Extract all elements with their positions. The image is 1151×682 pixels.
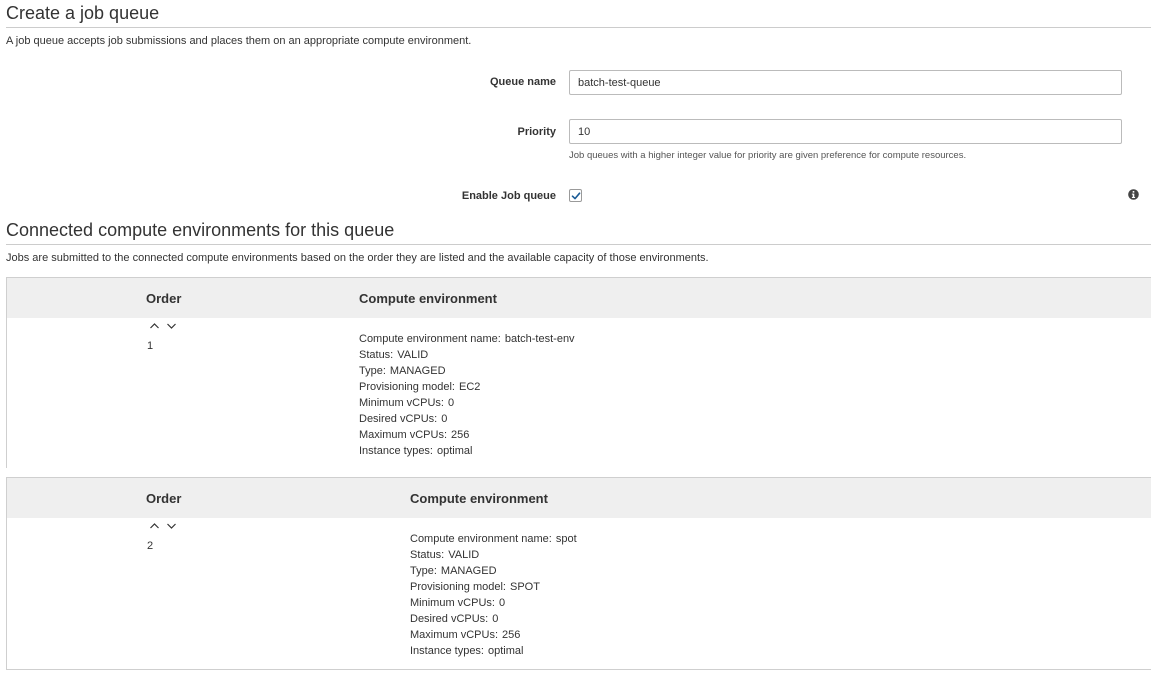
compute-environment-column-header: Compute environment	[410, 491, 548, 506]
detail-value: 0	[492, 613, 499, 625]
detail-label: Type:	[359, 365, 386, 377]
detail-value: optimal	[488, 645, 524, 657]
order-number: 1	[147, 340, 154, 352]
detail-label: Desired vCPUs:	[359, 413, 438, 425]
detail-value: 0	[447, 397, 455, 409]
detail-label: Type:	[410, 565, 437, 577]
detail-value: 256	[502, 629, 521, 641]
detail-value: 0	[441, 413, 448, 425]
detail-label: Instance types:	[359, 445, 433, 457]
enable-job-queue-label: Enable Job queue	[461, 190, 556, 202]
environments-divider	[6, 244, 1151, 245]
detail-status: Status: VALID	[359, 347, 575, 363]
checkmark-icon	[571, 192, 581, 200]
detail-label: Provisioning model:	[359, 381, 455, 393]
detail-instance-types: Instance types: optimal	[410, 643, 577, 659]
environments-section-title: Connected compute environments for this …	[6, 220, 395, 240]
order-column-header: Order	[146, 491, 182, 506]
detail-label: Minimum vCPUs:	[410, 597, 495, 609]
detail-value: MANAGED	[389, 365, 446, 377]
detail-name: Compute environment name: spot	[410, 531, 577, 547]
detail-label: Maximum vCPUs:	[410, 629, 499, 641]
detail-name: Compute environment name: batch-test-env	[359, 331, 575, 347]
detail-label: Provisioning model:	[410, 581, 506, 593]
detail-desired-vcpus: Desired vCPUs: 0	[359, 411, 575, 427]
detail-value: 256	[451, 429, 470, 441]
detail-label: Desired vCPUs:	[410, 613, 489, 625]
detail-value: optimal	[437, 445, 473, 457]
detail-label: Instance types:	[410, 645, 484, 657]
detail-label: Minimum vCPUs:	[359, 397, 444, 409]
queue-name-label: Queue name	[489, 76, 556, 88]
compute-environment-card-2: Order Compute environment 2 Compute envi…	[6, 477, 1151, 670]
detail-minimum-vcpus: Minimum vCPUs: 0	[410, 595, 577, 611]
enable-job-queue-checkbox[interactable]	[569, 189, 582, 202]
priority-label: Priority	[517, 126, 556, 138]
detail-label: Compute environment name:	[410, 533, 552, 545]
environments-description: Jobs are submitted to the connected comp…	[6, 252, 709, 264]
detail-minimum-vcpus: Minimum vCPUs: 0	[359, 395, 575, 411]
detail-type: Type: MANAGED	[359, 363, 575, 379]
detail-value: SPOT	[510, 581, 540, 593]
detail-status: Status: VALID	[410, 547, 577, 563]
environment-table-header: Order Compute environment	[7, 478, 1151, 518]
priority-input[interactable]	[569, 119, 1122, 144]
detail-maximum-vcpus: Maximum vCPUs: 256	[410, 627, 577, 643]
detail-value: batch-test-env	[504, 333, 575, 345]
detail-provisioning-model: Provisioning model: EC2	[359, 379, 575, 395]
chevron-down-icon[interactable]	[166, 322, 177, 330]
info-icon[interactable]	[1128, 189, 1139, 200]
page-title: Create a job queue	[6, 3, 160, 23]
queue-name-input[interactable]	[569, 70, 1122, 95]
chevron-up-icon[interactable]	[149, 522, 160, 530]
environment-details: Compute environment name: batch-test-env …	[359, 331, 575, 459]
title-divider	[6, 27, 1151, 28]
detail-value: EC2	[459, 381, 481, 393]
chevron-up-icon[interactable]	[149, 322, 160, 330]
detail-provisioning-model: Provisioning model: SPOT	[410, 579, 577, 595]
detail-label: Maximum vCPUs:	[359, 429, 448, 441]
detail-label: Compute environment name:	[359, 333, 501, 345]
detail-value: spot	[555, 533, 577, 545]
priority-help-text: Job queues with a higher integer value f…	[569, 150, 967, 161]
environment-table-header: Order Compute environment	[7, 278, 1151, 318]
order-column-header: Order	[146, 291, 182, 306]
detail-value: VALID	[448, 549, 480, 561]
page-description: A job queue accepts job submissions and …	[6, 35, 472, 47]
detail-desired-vcpus: Desired vCPUs: 0	[410, 611, 577, 627]
detail-value: 0	[498, 597, 506, 609]
detail-label: Status:	[359, 349, 394, 361]
environment-details: Compute environment name: spot Status: VAL…	[410, 531, 577, 659]
order-number: 2	[147, 540, 154, 552]
compute-environment-card-1: Order Compute environment 1 Compute envi…	[6, 277, 1151, 468]
compute-environment-column-header: Compute environment	[359, 291, 497, 306]
detail-instance-types: Instance types: optimal	[359, 443, 575, 459]
detail-maximum-vcpus: Maximum vCPUs: 256	[359, 427, 575, 443]
detail-value: MANAGED	[440, 565, 497, 577]
detail-type: Type: MANAGED	[410, 563, 577, 579]
detail-label: Status:	[410, 549, 445, 561]
chevron-down-icon[interactable]	[166, 522, 177, 530]
detail-value: VALID	[397, 349, 429, 361]
